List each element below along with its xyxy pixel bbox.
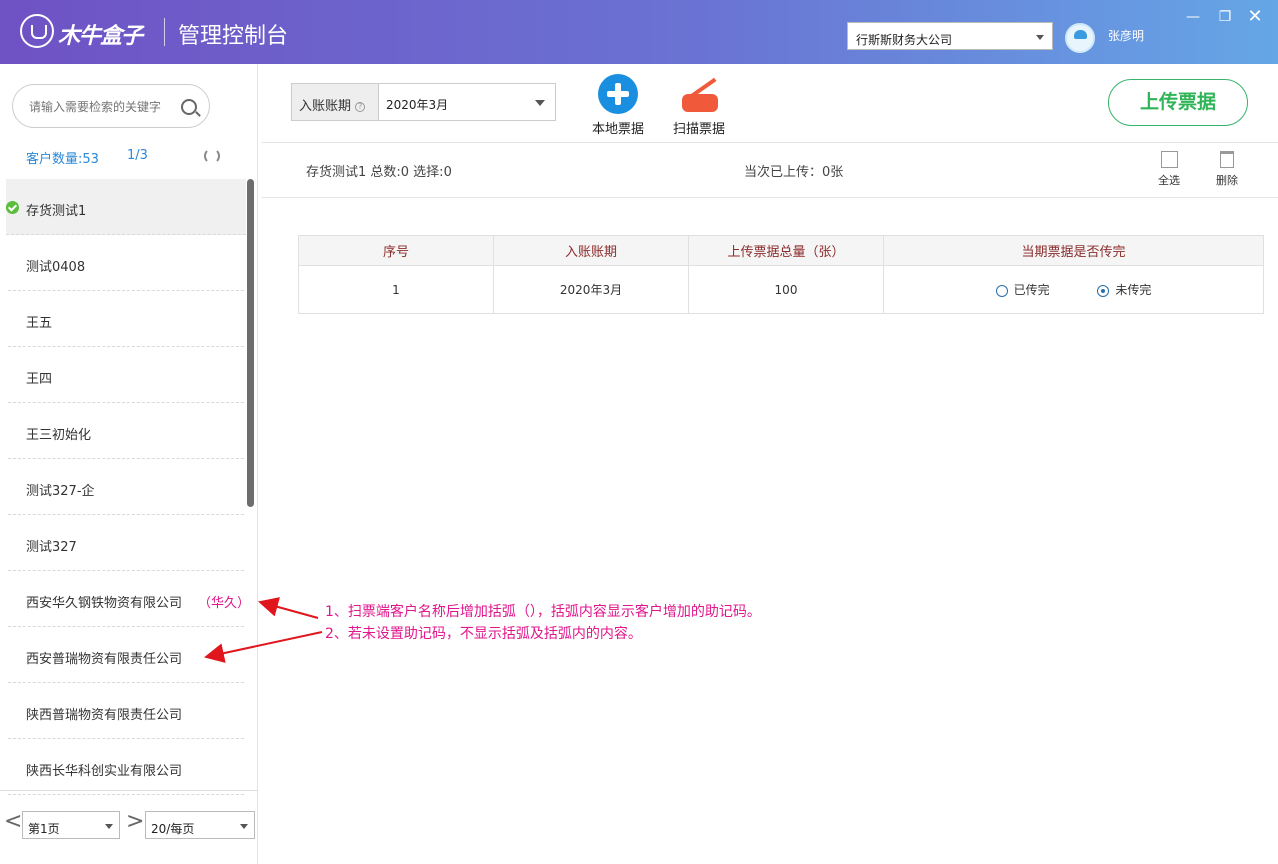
title-bar: 木牛盒子 管理控制台 行斯斯财务大公司 张彦明 — ❐ ✕	[0, 0, 1278, 64]
column-header: 入账账期	[493, 235, 689, 266]
app-title: 管理控制台	[178, 24, 289, 49]
per-page-select[interactable]: 20/每页	[145, 811, 255, 839]
cell-status: 已传完 未传完	[883, 265, 1264, 314]
search-icon[interactable]	[181, 99, 197, 115]
logo-text: 木牛盒子	[58, 24, 143, 49]
cell-total: 100	[688, 265, 884, 314]
period-select[interactable]: 2020年3月	[378, 83, 556, 121]
local-upload-label: 本地票据	[591, 122, 644, 137]
table-header-row: 序号 入账账期 上传票据总量（张） 当期票据是否传完	[298, 235, 1264, 266]
uploaded-count: 当次已上传：0张	[744, 165, 844, 180]
annotation-line-2: 2、若未设置助记码，不显示括弧及括弧内的内容。	[325, 626, 642, 642]
list-item[interactable]: 陕西普瑞物资有限责任公司	[8, 683, 244, 739]
chevron-down-icon	[535, 100, 545, 106]
trash-icon	[1220, 151, 1234, 168]
local-upload-button[interactable]: 本地票据	[583, 74, 653, 144]
list-item[interactable]: 存货测试1	[6, 179, 246, 235]
customer-alias: （华久）	[198, 596, 251, 611]
list-item[interactable]: 王三初始化	[8, 403, 244, 459]
annotation-line-1: 1、扫票端客户名称后增加括弧（），括弧内容显示客户增加的助记码。	[325, 604, 761, 620]
customer-name: 存货测试1	[26, 204, 87, 219]
page-select[interactable]: 第1页	[22, 811, 120, 839]
list-item[interactable]: 陕西长华科创实业有限公司	[8, 739, 244, 795]
radio-checked-icon[interactable]	[1097, 284, 1110, 297]
search-input[interactable]	[29, 100, 179, 114]
list-item[interactable]: 王五	[8, 291, 244, 347]
column-header: 上传票据总量（张）	[688, 235, 884, 266]
info-bar: 存货测试1 总数:0 选择:0 当次已上传：0张 全选 删除	[262, 142, 1278, 198]
period-table: 序号 入账账期 上传票据总量（张） 当期票据是否传完 1 2020年3月 100…	[298, 235, 1264, 314]
pager: < 第1页 > 20/每页	[0, 790, 258, 864]
delete-label: 删除	[1216, 174, 1238, 187]
customer-name: 王三初始化	[26, 428, 92, 443]
minimize-button[interactable]: —	[1182, 8, 1204, 28]
page-indicator: 1/3	[127, 148, 148, 163]
list-item[interactable]: 西安华久钢铁物资有限公司 （华久）	[8, 571, 250, 627]
list-item[interactable]: 王四	[8, 347, 244, 403]
avatar[interactable]	[1065, 23, 1095, 53]
check-icon	[6, 201, 19, 214]
next-page-button[interactable]: >	[126, 809, 144, 834]
scan-upload-button[interactable]: 扫描票据	[664, 74, 734, 144]
scrollbar[interactable]	[247, 179, 254, 507]
chevron-down-icon	[105, 824, 113, 829]
customer-name: 西安华久钢铁物资有限公司	[26, 596, 183, 611]
list-item[interactable]: 西安普瑞物资有限责任公司	[8, 627, 244, 683]
main-panel: 入账账期 ? 2020年3月 本地票据 扫描票据 上传票据 存货测试1 总数:0…	[262, 64, 1278, 864]
cell-period: 2020年3月	[493, 265, 689, 314]
column-header: 序号	[298, 235, 494, 266]
radio-icon[interactable]	[995, 284, 1008, 297]
select-all-label: 全选	[1158, 174, 1180, 187]
customer-name: 陕西长华科创实业有限公司	[26, 764, 183, 779]
restore-button[interactable]: ❐	[1214, 8, 1236, 28]
customer-name: 测试327-企	[26, 484, 95, 499]
table-row: 1 2020年3月 100 已传完 未传完	[298, 265, 1264, 314]
customer-name: 陕西普瑞物资有限责任公司	[26, 708, 183, 723]
select-all-button[interactable]: 全选	[1154, 151, 1184, 188]
period-select-value: 2020年3月	[386, 98, 449, 112]
refresh-icon[interactable]	[204, 148, 220, 164]
radio-done-label: 已传完	[1013, 283, 1050, 297]
list-item[interactable]: 测试327	[8, 515, 244, 571]
cell-index: 1	[298, 265, 494, 314]
logo-divider	[164, 18, 165, 46]
customer-count: 客户数量:53	[26, 152, 99, 167]
radio-done[interactable]: 已传完	[995, 281, 1050, 298]
period-label-text: 入账账期	[299, 99, 352, 114]
radio-pending[interactable]: 未传完	[1097, 281, 1151, 298]
chevron-down-icon	[1036, 35, 1044, 40]
plus-circle-icon	[598, 74, 638, 114]
period-label: 入账账期 ?	[291, 83, 379, 121]
column-header: 当期票据是否传完	[883, 235, 1264, 266]
upload-button[interactable]: 上传票据	[1108, 79, 1248, 126]
page-select-value: 第1页	[28, 822, 60, 836]
radio-pending-label: 未传完	[1115, 283, 1152, 297]
per-page-value: 20/每页	[151, 822, 195, 836]
close-button[interactable]: ✕	[1244, 8, 1266, 28]
company-select-value: 行斯斯财务大公司	[856, 33, 953, 47]
previous-page-button[interactable]: <	[4, 809, 22, 834]
customer-name: 测试0408	[26, 260, 86, 275]
customer-name: 王四	[26, 372, 53, 387]
customer-name: 王五	[26, 316, 53, 331]
delete-button[interactable]: 删除	[1212, 151, 1242, 188]
customer-name: 测试327	[26, 540, 77, 555]
scanner-icon	[678, 74, 720, 114]
customer-sidebar: 客户数量:53 1/3 存货测试1 测试0408 王五 王四 王三初始化 测试3…	[0, 64, 258, 864]
summary-text: 存货测试1 总数:0 选择:0	[306, 165, 452, 180]
scan-upload-label: 扫描票据	[672, 122, 725, 137]
chevron-down-icon	[240, 824, 248, 829]
search-box[interactable]	[12, 84, 210, 128]
customer-name: 西安普瑞物资有限责任公司	[26, 652, 183, 667]
customer-list: 存货测试1 测试0408 王五 王四 王三初始化 测试327-企 测试327 西…	[6, 179, 250, 795]
user-name[interactable]: 张彦明	[1108, 27, 1144, 44]
company-select[interactable]: 行斯斯财务大公司	[847, 22, 1053, 50]
help-icon[interactable]: ?	[355, 101, 366, 112]
list-item[interactable]: 测试0408	[8, 235, 244, 291]
list-item[interactable]: 测试327-企	[8, 459, 244, 515]
logo-icon	[20, 14, 54, 48]
checkbox-icon	[1160, 151, 1178, 168]
